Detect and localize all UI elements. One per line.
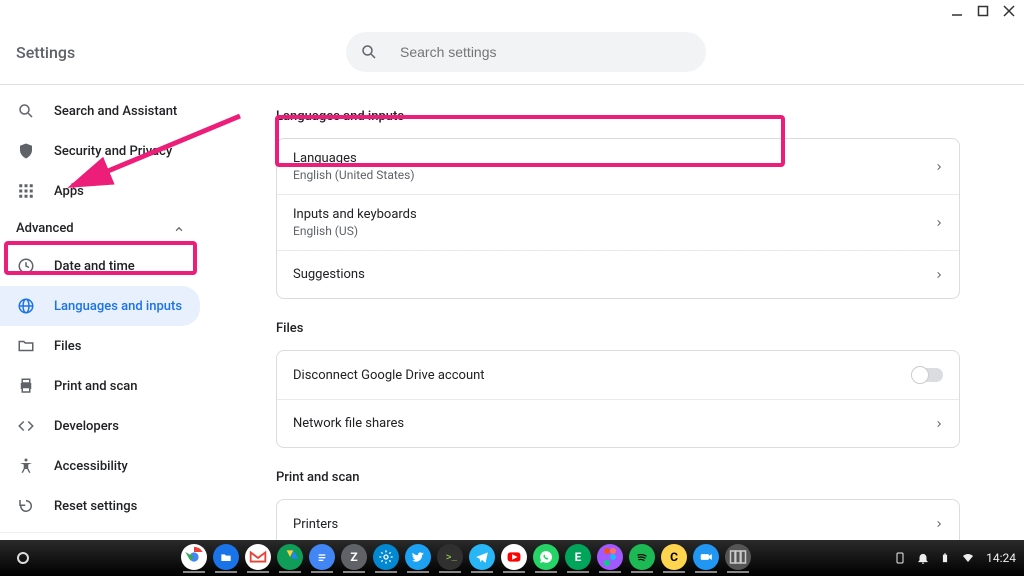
accessibility-icon: [16, 456, 36, 476]
row-network-file-shares[interactable]: Network file shares: [277, 399, 959, 447]
print-icon: [16, 376, 36, 396]
sidebar-item-apps[interactable]: Apps: [0, 171, 200, 211]
row-sublabel: English (US): [293, 224, 417, 238]
chevron-right-icon: [935, 161, 943, 173]
shelf-app-letter[interactable]: Z: [341, 544, 367, 570]
clock-icon: [16, 256, 36, 276]
shelf-app-telegram[interactable]: [469, 544, 495, 570]
search-icon: [360, 43, 378, 61]
clock-time: 14:24: [986, 551, 1016, 565]
header: Settings: [0, 20, 1024, 84]
shelf-app-files[interactable]: [213, 544, 239, 570]
sidebar-advanced-toggle[interactable]: Advanced: [0, 211, 200, 246]
phone-icon: [894, 550, 906, 566]
folder-icon: [16, 336, 36, 356]
shelf-app-figma[interactable]: [597, 544, 623, 570]
row-sublabel: English (United States): [293, 168, 415, 182]
page-title: Settings: [16, 43, 346, 62]
search-input[interactable]: [398, 43, 692, 61]
launcher-button[interactable]: [8, 552, 38, 564]
sidebar-item-label: Search and Assistant: [54, 104, 177, 119]
sidebar-item-label: Reset settings: [54, 499, 137, 514]
maximize-button[interactable]: [976, 4, 990, 18]
shelf-app-letter[interactable]: C: [661, 544, 687, 570]
toggle-disconnect-drive[interactable]: [913, 368, 943, 382]
sidebar-item-developers[interactable]: Developers: [0, 406, 200, 446]
chevron-right-icon: [935, 217, 943, 229]
row-printers[interactable]: Printers: [277, 500, 959, 541]
card-files: Disconnect Google Drive account Network …: [276, 350, 960, 448]
apps-icon: [16, 181, 36, 201]
shelf-app-chrome[interactable]: [181, 544, 207, 570]
row-label: Inputs and keyboards: [293, 207, 417, 222]
wifi-icon: [960, 552, 976, 564]
section-title-files: Files: [276, 321, 960, 336]
sidebar-item-label: Date and time: [54, 259, 135, 274]
shelf-app-docs[interactable]: [309, 544, 335, 570]
row-inputs-keyboards[interactable]: Inputs and keyboards English (US): [277, 194, 959, 250]
shield-icon: [16, 141, 36, 161]
sidebar-item-date-time[interactable]: Date and time: [0, 246, 200, 286]
sidebar-item-accessibility[interactable]: Accessibility: [0, 446, 200, 486]
sidebar-item-label: Developers: [54, 419, 119, 434]
window-controls: [950, 4, 1016, 18]
shelf-app-spotify[interactable]: [629, 544, 655, 570]
globe-icon: [16, 296, 36, 316]
section-title-print-scan: Print and scan: [276, 470, 960, 485]
sidebar: Search and Assistant Security and Privac…: [0, 85, 200, 541]
sidebar-item-reset-settings[interactable]: Reset settings: [0, 486, 200, 526]
shelf-app-letter[interactable]: E: [565, 544, 591, 570]
svg-text:>_: >_: [446, 551, 457, 562]
card-languages: Languages English (United States) Inputs…: [276, 138, 960, 299]
shelf-app-stack[interactable]: [725, 544, 751, 570]
sidebar-item-print-scan[interactable]: Print and scan: [0, 366, 200, 406]
sidebar-item-label: Languages and inputs: [54, 299, 182, 314]
chevron-right-icon: [935, 269, 943, 281]
chevron-up-icon: [174, 224, 184, 234]
shelf-app-twitter[interactable]: [405, 544, 431, 570]
row-label: Languages: [293, 151, 415, 166]
row-suggestions[interactable]: Suggestions: [277, 250, 959, 298]
sidebar-item-label: Apps: [54, 184, 84, 199]
search-icon: [16, 101, 36, 121]
row-languages[interactable]: Languages English (United States): [277, 139, 959, 194]
search-bar[interactable]: [346, 32, 706, 72]
chevron-right-icon: [935, 518, 943, 530]
battery-icon: [940, 550, 950, 566]
sidebar-item-search-assistant[interactable]: Search and Assistant: [0, 91, 200, 131]
system-tray[interactable]: 14:24: [894, 550, 1016, 566]
shelf-app-gear[interactable]: [373, 544, 399, 570]
section-title-languages: Languages and inputs: [276, 109, 960, 124]
row-label: Printers: [293, 517, 338, 532]
advanced-label: Advanced: [16, 221, 74, 236]
row-disconnect-drive[interactable]: Disconnect Google Drive account: [277, 351, 959, 399]
reset-icon: [16, 496, 36, 516]
sidebar-item-label: Print and scan: [54, 379, 138, 394]
chevron-right-icon: [935, 418, 943, 430]
close-button[interactable]: [1002, 4, 1016, 18]
shelf-app-whatsapp[interactable]: [533, 544, 559, 570]
code-icon: [16, 416, 36, 436]
sidebar-item-label: Security and Privacy: [54, 144, 172, 159]
shelf-app-camera[interactable]: [693, 544, 719, 570]
shelf: Z >_ E C 14:24: [0, 540, 1024, 576]
minimize-button[interactable]: [950, 4, 964, 18]
content[interactable]: Languages and inputs Languages English (…: [200, 85, 1024, 541]
row-label: Network file shares: [293, 416, 404, 431]
shelf-app-terminal[interactable]: >_: [437, 544, 463, 570]
sidebar-item-security-privacy[interactable]: Security and Privacy: [0, 131, 200, 171]
card-print-scan: Printers Print jobs View and manage prin…: [276, 499, 960, 541]
row-label: Suggestions: [293, 267, 365, 282]
shelf-app-youtube[interactable]: [501, 544, 527, 570]
sidebar-item-label: Accessibility: [54, 459, 128, 474]
sidebar-item-files[interactable]: Files: [0, 326, 200, 366]
sidebar-item-languages-inputs[interactable]: Languages and inputs: [0, 286, 200, 326]
shelf-apps: Z >_ E C: [38, 544, 894, 573]
notification-icon: [916, 551, 930, 565]
row-label: Disconnect Google Drive account: [293, 368, 485, 383]
sidebar-item-label: Files: [54, 339, 81, 354]
shelf-app-gmail[interactable]: [245, 544, 271, 570]
shelf-app-drive[interactable]: [277, 544, 303, 570]
